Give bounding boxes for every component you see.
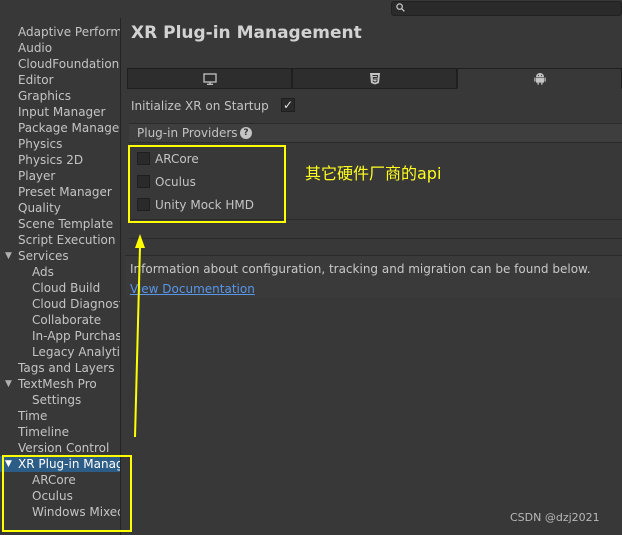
watermark: CSDN @dzj2021 — [510, 511, 600, 524]
annotation-text: 其它硬件厂商的api — [305, 164, 442, 183]
annotation-arrow — [134, 234, 145, 438]
